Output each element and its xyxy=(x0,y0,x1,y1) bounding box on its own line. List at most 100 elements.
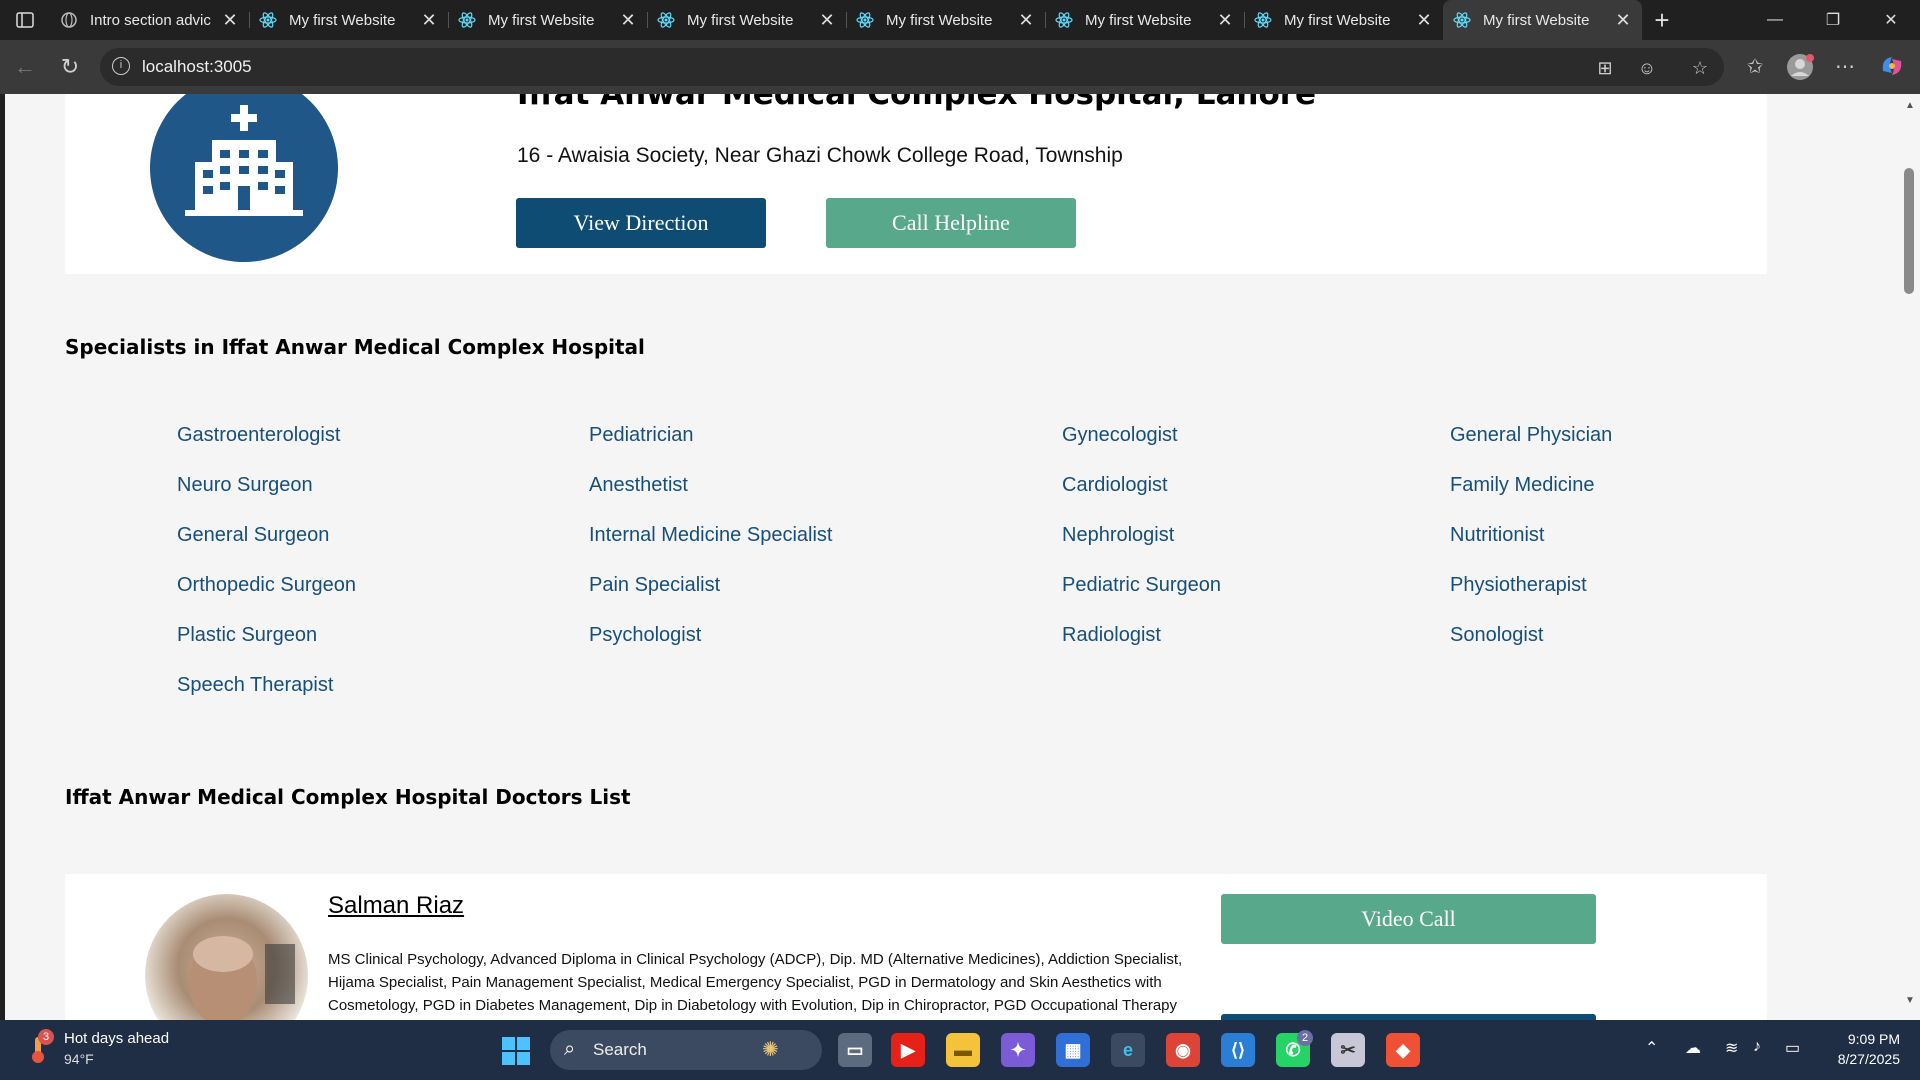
profile-avatar-icon[interactable] xyxy=(1786,53,1814,81)
clock-date[interactable]: 8/27/2025 xyxy=(1820,1051,1900,1067)
specialist-link[interactable]: Physiotherapist xyxy=(1450,574,1587,597)
view-direction-button[interactable]: View Direction xyxy=(516,198,766,248)
tab-title: My first Website xyxy=(1483,11,1590,29)
tab-title: My first Website xyxy=(488,11,595,29)
close-window-button[interactable]: ✕ xyxy=(1862,0,1920,40)
browser-tab[interactable]: My first Website ✕ xyxy=(448,0,647,40)
doctor-card: Salman Riaz MS Clinical Psychology, Adva… xyxy=(65,874,1767,1020)
react-icon xyxy=(1453,12,1471,28)
scroll-up-arrow-icon[interactable]: ▲ xyxy=(1901,100,1919,111)
whatsapp-badge: 2 xyxy=(1297,1030,1313,1046)
youtube-icon[interactable]: ▶ xyxy=(891,1033,925,1067)
doctor-name-link[interactable]: Salman Riaz xyxy=(328,892,464,920)
weather-title: Hot days ahead xyxy=(64,1030,170,1047)
tab-strip: Intro section advic ✕ My first Website ✕… xyxy=(0,0,1920,40)
specialist-link[interactable]: Cardiologist xyxy=(1062,474,1168,497)
address-bar[interactable]: i localhost:3005 ⊞ ☺ ☆ xyxy=(100,48,1724,86)
url-text[interactable]: localhost:3005 xyxy=(142,57,252,77)
onedrive-icon[interactable]: ☁ xyxy=(1685,1038,1701,1058)
favorite-star-icon[interactable]: ☆ xyxy=(1689,57,1711,79)
specialist-link[interactable]: Nutritionist xyxy=(1450,524,1544,547)
specialist-link[interactable]: Plastic Surgeon xyxy=(177,624,317,647)
specialist-link[interactable]: Nephrologist xyxy=(1062,524,1174,547)
minimize-button[interactable]: — xyxy=(1746,0,1804,40)
microsoft-store-icon[interactable]: ▦ xyxy=(1056,1033,1090,1067)
browser-tab[interactable]: My first Website ✕ xyxy=(846,0,1045,40)
call-helpline-button[interactable]: Call Helpline xyxy=(826,198,1076,248)
reload-icon[interactable]: ↻ xyxy=(56,53,84,81)
specialist-link[interactable]: General Surgeon xyxy=(177,524,329,547)
close-icon[interactable]: ✕ xyxy=(1216,10,1234,31)
specialist-link[interactable]: Internal Medicine Specialist xyxy=(589,524,832,547)
specialist-link[interactable]: Gastroenterologist xyxy=(177,424,340,447)
close-icon[interactable]: ✕ xyxy=(1017,10,1035,31)
specialist-link[interactable]: Sonologist xyxy=(1450,624,1543,647)
scrollbar-thumb[interactable] xyxy=(1904,168,1914,294)
volume-icon[interactable]: ♪ xyxy=(1753,1038,1761,1056)
specialist-link[interactable]: Anesthetist xyxy=(589,474,688,497)
react-icon xyxy=(1254,12,1272,28)
scroll-down-arrow-icon[interactable]: ▼ xyxy=(1901,995,1919,1006)
battery-icon[interactable]: ▭ xyxy=(1785,1038,1800,1058)
close-icon[interactable]: ✕ xyxy=(619,10,637,31)
info-icon[interactable]: i xyxy=(112,57,130,75)
windows-taskbar: 3 Hot days ahead 94°F ⌕ Search ✺ ▭ ▶ ▬ ✦… xyxy=(0,1020,1920,1080)
taskbar-search-box[interactable]: ⌕ Search ✺ xyxy=(550,1030,822,1070)
specialist-link[interactable]: Radiologist xyxy=(1062,624,1161,647)
browser-tab[interactable]: My first Website ✕ xyxy=(1045,0,1244,40)
specialist-link[interactable]: Family Medicine xyxy=(1450,474,1594,497)
tab-title: My first Website xyxy=(687,11,794,29)
browser-tab[interactable]: My first Website ✕ xyxy=(647,0,846,40)
chevron-up-icon[interactable]: ⌃ xyxy=(1645,1038,1658,1058)
video-call-button[interactable]: Video Call xyxy=(1221,894,1596,944)
tab-title: My first Website xyxy=(886,11,993,29)
wifi-icon[interactable]: ≋ xyxy=(1725,1038,1738,1058)
close-icon[interactable]: ✕ xyxy=(818,10,836,31)
specialist-link[interactable]: Pediatrician xyxy=(589,424,694,447)
hospital-card: Iffat Anwar Medical Complex Hospital, La… xyxy=(65,94,1767,274)
clock-time[interactable]: 9:09 PM xyxy=(1840,1031,1900,1047)
copilot-icon[interactable] xyxy=(1878,53,1906,81)
specialist-link[interactable]: Speech Therapist xyxy=(177,674,333,697)
more-menu-icon[interactable]: ⋯ xyxy=(1831,53,1859,81)
browser-tab[interactable]: Intro section advic ✕ xyxy=(50,0,249,40)
new-tab-button[interactable]: + xyxy=(1642,5,1682,36)
browser-tab-active[interactable]: My first Website ✕ xyxy=(1443,0,1642,40)
back-arrow-icon[interactable]: ← xyxy=(11,53,39,81)
specialist-link[interactable]: Neuro Surgeon xyxy=(177,474,313,497)
app-available-icon[interactable]: ⊞ xyxy=(1594,57,1616,79)
hospital-address: 16 - Awaisia Society, Near Ghazi Chowk C… xyxy=(517,144,1123,167)
tab-title: My first Website xyxy=(1284,11,1391,29)
vscode-icon[interactable]: ⟨⟩ xyxy=(1221,1033,1255,1067)
windows-start-icon[interactable] xyxy=(502,1037,530,1065)
specialist-link[interactable]: Pediatric Surgeon xyxy=(1062,574,1221,597)
specialist-link[interactable]: Gynecologist xyxy=(1062,424,1178,447)
weather-temp: 94°F xyxy=(64,1051,94,1067)
tab-title: My first Website xyxy=(1085,11,1192,29)
specialist-link[interactable]: Pain Specialist xyxy=(589,574,720,597)
close-icon[interactable]: ✕ xyxy=(420,10,438,31)
tab-title: My first Website xyxy=(289,11,396,29)
browser-tab[interactable]: My first Website ✕ xyxy=(1244,0,1443,40)
react-icon xyxy=(1055,12,1073,28)
close-icon[interactable]: ✕ xyxy=(221,10,239,31)
restore-button[interactable]: ❐ xyxy=(1804,0,1862,40)
browser-toolbar: ← ↻ i localhost:3005 ⊞ ☺ ☆ ✩ ⋯ xyxy=(0,40,1920,94)
more-tools-icon[interactable]: ☺ xyxy=(1636,57,1658,79)
search-highlight-icon: ✺ xyxy=(762,1039,779,1061)
task-view-icon[interactable]: ▭ xyxy=(838,1033,872,1067)
browser-tab[interactable]: My first Website ✕ xyxy=(249,0,448,40)
specialist-link[interactable]: Psychologist xyxy=(589,624,701,647)
chrome-icon[interactable]: ◉ xyxy=(1166,1033,1200,1067)
snipping-tool-icon[interactable]: ✂ xyxy=(1331,1033,1365,1067)
specialist-link[interactable]: General Physician xyxy=(1450,424,1612,447)
file-explorer-icon[interactable]: ▬ xyxy=(946,1033,980,1067)
favorites-icon[interactable]: ✩ xyxy=(1741,53,1769,81)
specialist-link[interactable]: Orthopedic Surgeon xyxy=(177,574,356,597)
edge-browser-icon[interactable]: e xyxy=(1111,1033,1145,1067)
git-icon[interactable]: ◆ xyxy=(1386,1033,1420,1067)
sidebar-toggle-icon[interactable] xyxy=(0,0,50,40)
copilot-app-icon[interactable]: ✦ xyxy=(1001,1033,1035,1067)
close-icon[interactable]: ✕ xyxy=(1415,10,1433,31)
close-icon[interactable]: ✕ xyxy=(1614,10,1632,31)
